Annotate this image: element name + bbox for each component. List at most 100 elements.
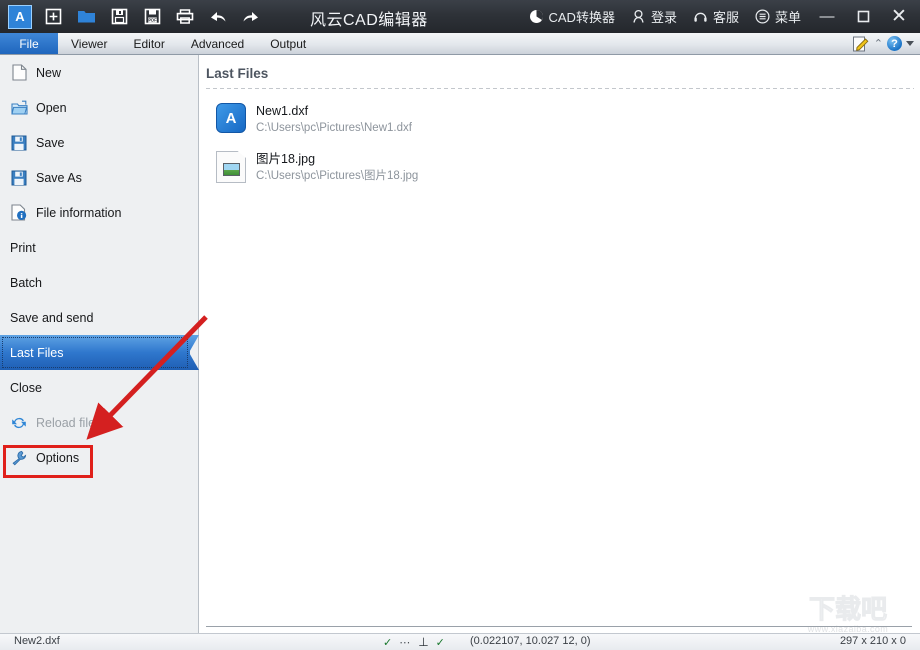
- title-bar: A PDF 风云CAD编辑器 CAD转换器 登录 客服 菜单 — ✕: [0, 0, 920, 33]
- snap-dots-icon[interactable]: ⋯: [399, 636, 411, 649]
- floppy-icon: [10, 134, 28, 152]
- image-file-icon: [216, 151, 246, 183]
- menu-button[interactable]: 菜单: [748, 3, 808, 31]
- user-icon: [633, 9, 644, 23]
- save-pdf-glyph: PDF: [144, 8, 160, 25]
- redo-icon[interactable]: [236, 3, 266, 31]
- snap-toggle-group: ✓ ⋯ ⊥ ✓: [383, 635, 445, 649]
- app-logo-button[interactable]: A: [5, 3, 35, 31]
- last-files-panel: Last Files A New1.dxf C:\Users\pc\Pictur…: [200, 55, 920, 633]
- undo-glyph: [211, 12, 226, 22]
- help-button[interactable]: ?: [887, 36, 902, 51]
- sidebar-item-last-files[interactable]: Last Files: [0, 335, 199, 370]
- tab-viewer[interactable]: Viewer: [58, 33, 120, 54]
- redo-glyph: [243, 12, 258, 22]
- maximize-button[interactable]: [846, 2, 880, 32]
- sidebar-item-label: Print: [10, 240, 36, 255]
- snap-vertex-icon[interactable]: ✓: [383, 636, 392, 649]
- menu-label: 菜单: [774, 10, 801, 25]
- ribbon-tab-strip: File Viewer Editor Advanced Output ⌃ ?: [0, 33, 920, 55]
- edit-pencil-icon[interactable]: [852, 36, 870, 52]
- new-file-glyph: [45, 8, 61, 25]
- file-path: C:\Users\pc\Pictures\New1.dxf: [256, 122, 412, 134]
- sidebar-item-label: New: [36, 65, 62, 80]
- recent-files-list: A New1.dxf C:\Users\pc\Pictures\New1.dxf…: [200, 89, 920, 199]
- print-glyph: [176, 9, 194, 24]
- file-path: C:\Users\pc\Pictures\图片18.jpg: [256, 170, 419, 182]
- sidebar-item-open[interactable]: Open: [0, 90, 198, 125]
- tab-editor[interactable]: Editor: [120, 33, 177, 54]
- chevron-up-icon[interactable]: ⌃: [874, 37, 883, 50]
- floppy-icon: [10, 169, 28, 187]
- chevron-down-icon[interactable]: [906, 41, 914, 46]
- snap-endpoint-icon[interactable]: ✓: [436, 636, 445, 649]
- sidebar-item-new[interactable]: New: [0, 55, 198, 90]
- quick-access-toolbar: A PDF: [0, 3, 266, 31]
- open-folder-glyph: [77, 11, 95, 23]
- list-item[interactable]: A New1.dxf C:\Users\pc\Pictures\New1.dxf: [216, 103, 920, 151]
- app-title: 风云CAD编辑器: [310, 12, 428, 29]
- sidebar-item-save-and-send[interactable]: Save and send: [0, 300, 198, 335]
- reload-icon: [10, 414, 28, 432]
- file-menu-sidebar: New Open Save Save As File information P…: [0, 55, 199, 633]
- tab-advanced[interactable]: Advanced: [178, 33, 257, 54]
- snap-perpendicular-icon[interactable]: ⊥: [418, 635, 428, 649]
- sidebar-item-label: Save As: [36, 170, 82, 185]
- svg-text:PDF: PDF: [148, 18, 157, 23]
- file-name: New1.dxf: [256, 104, 309, 118]
- undo-icon[interactable]: [203, 3, 233, 31]
- panel-title: Last Files: [206, 66, 269, 81]
- minimize-button[interactable]: —: [810, 2, 844, 32]
- status-bar: New2.dxf ✓ ⋯ ⊥ ✓ (0.022107, 10.027 12, 0…: [0, 633, 920, 650]
- titlebar-actions: CAD转换器 登录 客服 菜单 — ✕: [522, 0, 920, 33]
- circle-icon: [529, 9, 543, 23]
- login-button[interactable]: 登录: [624, 3, 684, 31]
- sidebar-item-reload-file: Reload file: [0, 405, 198, 440]
- save-icon[interactable]: [104, 3, 134, 31]
- sidebar-item-save-as[interactable]: Save As: [0, 160, 198, 195]
- sidebar-item-label: Reload file: [36, 415, 96, 430]
- maximize-icon: [857, 10, 869, 23]
- floppy-glyph: [111, 8, 127, 25]
- new-file-icon[interactable]: [38, 3, 68, 31]
- support-button[interactable]: 客服: [686, 3, 746, 31]
- tab-output[interactable]: Output: [257, 33, 319, 54]
- sidebar-item-label: Open: [36, 100, 67, 115]
- cad-converter-button[interactable]: CAD转换器: [522, 3, 622, 31]
- ribbon-right-tools: ⌃ ?: [852, 33, 920, 54]
- app-logo-icon: A: [8, 4, 32, 29]
- open-folder-icon[interactable]: [71, 3, 101, 31]
- sidebar-item-label: Options: [36, 450, 80, 465]
- file-name: 图片18.jpg: [256, 152, 316, 166]
- login-label: 登录: [650, 10, 677, 25]
- save-pdf-icon[interactable]: PDF: [137, 3, 167, 31]
- dxf-file-icon: A: [216, 103, 246, 133]
- new-document-icon: [10, 64, 28, 82]
- info-file-icon: [10, 204, 28, 222]
- list-icon: [755, 9, 770, 24]
- sidebar-item-label: Save and send: [10, 310, 94, 325]
- wrench-icon: [10, 449, 28, 467]
- print-icon[interactable]: [170, 3, 200, 31]
- open-folder-icon: [10, 99, 28, 117]
- sidebar-item-label: File information: [36, 205, 122, 220]
- sidebar-item-label: Last Files: [10, 345, 64, 360]
- list-item[interactable]: 图片18.jpg C:\Users\pc\Pictures\图片18.jpg: [216, 151, 920, 199]
- sidebar-item-options[interactable]: Options: [0, 440, 198, 475]
- canvas-bottom-rule: [206, 626, 912, 627]
- image-thumbnail: [222, 163, 240, 176]
- headset-icon: [694, 12, 707, 22]
- sidebar-item-close[interactable]: Close: [0, 370, 198, 405]
- close-button[interactable]: ✕: [882, 2, 916, 32]
- support-label: 客服: [712, 10, 739, 25]
- status-filename: New2.dxf: [14, 635, 60, 647]
- sidebar-item-file-information[interactable]: File information: [0, 195, 198, 230]
- sidebar-item-print[interactable]: Print: [0, 230, 198, 265]
- sidebar-item-label: Batch: [10, 275, 42, 290]
- status-coordinates: (0.022107, 10.027 12, 0): [470, 635, 591, 647]
- cad-converter-label: CAD转换器: [548, 10, 615, 25]
- sidebar-item-save[interactable]: Save: [0, 125, 198, 160]
- sidebar-item-batch[interactable]: Batch: [0, 265, 198, 300]
- tab-file[interactable]: File: [0, 33, 58, 54]
- status-dimensions: 297 x 210 x 0: [839, 635, 906, 647]
